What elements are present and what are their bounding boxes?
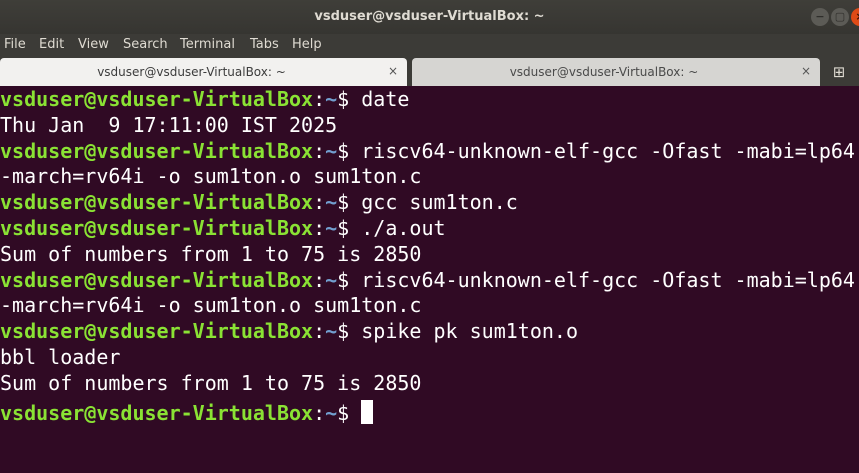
tab-terminal-1[interactable]: vsduser@vsduser-VirtualBox: ~ × xyxy=(0,58,407,86)
tab-strip: vsduser@vsduser-VirtualBox: ~ × vsduser@… xyxy=(0,56,859,86)
terminal-window: vsduser@vsduser-VirtualBox: ~ − ▢ × File… xyxy=(0,0,859,473)
prompt-colon: : xyxy=(313,216,326,240)
prompt-user-host: vsduser@vsduser-VirtualBox xyxy=(0,138,314,163)
output-line: Sum of numbers from 1 to 75 is 2850 xyxy=(0,241,422,266)
prompt-symbol: $ xyxy=(337,216,350,240)
window-title: vsduser@vsduser-VirtualBox: ~ xyxy=(314,9,545,24)
prompt-user-host: vsduser@vsduser-VirtualBox xyxy=(0,87,314,111)
tab-label: vsduser@vsduser-VirtualBox: ~ xyxy=(97,65,286,79)
prompt-path: ~ xyxy=(325,319,338,344)
prompt-user-host: vsduser@vsduser-VirtualBox xyxy=(0,190,314,215)
prompt-user-host: vsduser@vsduser-VirtualBox xyxy=(0,216,314,240)
menu-tabs[interactable]: Tabs xyxy=(250,37,279,52)
text-cursor xyxy=(361,399,374,424)
command-text: riscv64-unknown-elf-gcc -Ofast -mabi=lp6… xyxy=(349,267,855,292)
maximize-icon[interactable]: ▢ xyxy=(831,8,849,26)
command-text: gcc sum1ton.c xyxy=(349,190,518,215)
prompt-line: vsduser@vsduser-VirtualBox:~$ date xyxy=(0,86,409,112)
prompt-line: vsduser@vsduser-VirtualBox:~$ ./a.out xyxy=(0,215,446,241)
tab-terminal-2[interactable]: vsduser@vsduser-VirtualBox: ~ × xyxy=(412,58,820,86)
prompt-path: ~ xyxy=(325,267,338,292)
prompt-colon: : xyxy=(313,138,326,163)
prompt-symbol: $ xyxy=(337,267,350,292)
prompt-symbol: $ xyxy=(337,138,350,163)
prompt-line: vsduser@vsduser-VirtualBox:~$ gcc sum1to… xyxy=(0,189,518,215)
prompt-colon: : xyxy=(313,87,326,111)
prompt-line: vsduser@vsduser-VirtualBox:~$ riscv64-un… xyxy=(0,138,855,164)
tab-close-icon[interactable]: × xyxy=(388,64,398,78)
output-line: Sum of numbers from 1 to 75 is 2850 xyxy=(0,370,422,395)
prompt-path: ~ xyxy=(325,216,338,240)
prompt-path: ~ xyxy=(325,87,338,111)
command-text: riscv64-unknown-elf-gcc -Ofast -mabi=lp6… xyxy=(349,138,855,163)
menu-file[interactable]: File xyxy=(4,37,26,52)
output-line: -march=rv64i -o sum1ton.o sum1ton.c xyxy=(0,293,422,318)
prompt-colon: : xyxy=(313,267,326,292)
menu-bar: File Edit View Search Terminal Tabs Help xyxy=(0,34,859,56)
menu-terminal[interactable]: Terminal xyxy=(180,37,235,52)
menu-edit[interactable]: Edit xyxy=(39,37,64,52)
command-text: ./a.out xyxy=(349,216,446,240)
prompt-line: vsduser@vsduser-VirtualBox:~$ spike pk s… xyxy=(0,318,578,344)
prompt-user-host: vsduser@vsduser-VirtualBox xyxy=(0,267,314,292)
prompt-user-host: vsduser@vsduser-VirtualBox xyxy=(0,319,314,344)
minimize-icon[interactable]: − xyxy=(811,8,829,26)
prompt-path: ~ xyxy=(325,138,338,163)
command-text: date xyxy=(349,87,410,111)
menu-search[interactable]: Search xyxy=(123,37,168,52)
menu-help[interactable]: Help xyxy=(292,37,322,52)
output-line: Thu Jan 9 17:11:00 IST 2025 xyxy=(0,112,338,137)
output-line: bbl loader xyxy=(0,345,121,369)
prompt-symbol: $ xyxy=(337,319,350,344)
prompt-symbol: $ xyxy=(337,190,350,215)
command-text: spike pk sum1ton.o xyxy=(349,319,578,344)
prompt-path: ~ xyxy=(325,400,338,425)
command-text xyxy=(349,401,361,425)
prompt-colon: : xyxy=(313,319,326,344)
prompt-line: vsduser@vsduser-VirtualBox:~$ xyxy=(0,396,374,425)
tab-label: vsduser@vsduser-VirtualBox: ~ xyxy=(509,65,699,79)
prompt-path: ~ xyxy=(325,190,338,215)
menu-view[interactable]: View xyxy=(78,37,109,52)
prompt-colon: : xyxy=(313,190,326,215)
new-tab-icon[interactable]: ⊞ xyxy=(829,62,849,82)
tab-close-icon[interactable]: × xyxy=(801,64,811,78)
prompt-line: vsduser@vsduser-VirtualBox:~$ riscv64-un… xyxy=(0,267,855,293)
output-line: -march=rv64i -o sum1ton.o sum1ton.c xyxy=(0,164,422,189)
prompt-user-host: vsduser@vsduser-VirtualBox xyxy=(0,400,314,425)
terminal-output[interactable]: vsduser@vsduser-VirtualBox:~$ date Thu Ja… xyxy=(0,86,859,473)
prompt-colon: : xyxy=(313,400,326,425)
prompt-symbol: $ xyxy=(337,87,350,111)
title-bar[interactable]: vsduser@vsduser-VirtualBox: ~ − ▢ × xyxy=(0,0,859,34)
prompt-symbol: $ xyxy=(337,400,350,425)
